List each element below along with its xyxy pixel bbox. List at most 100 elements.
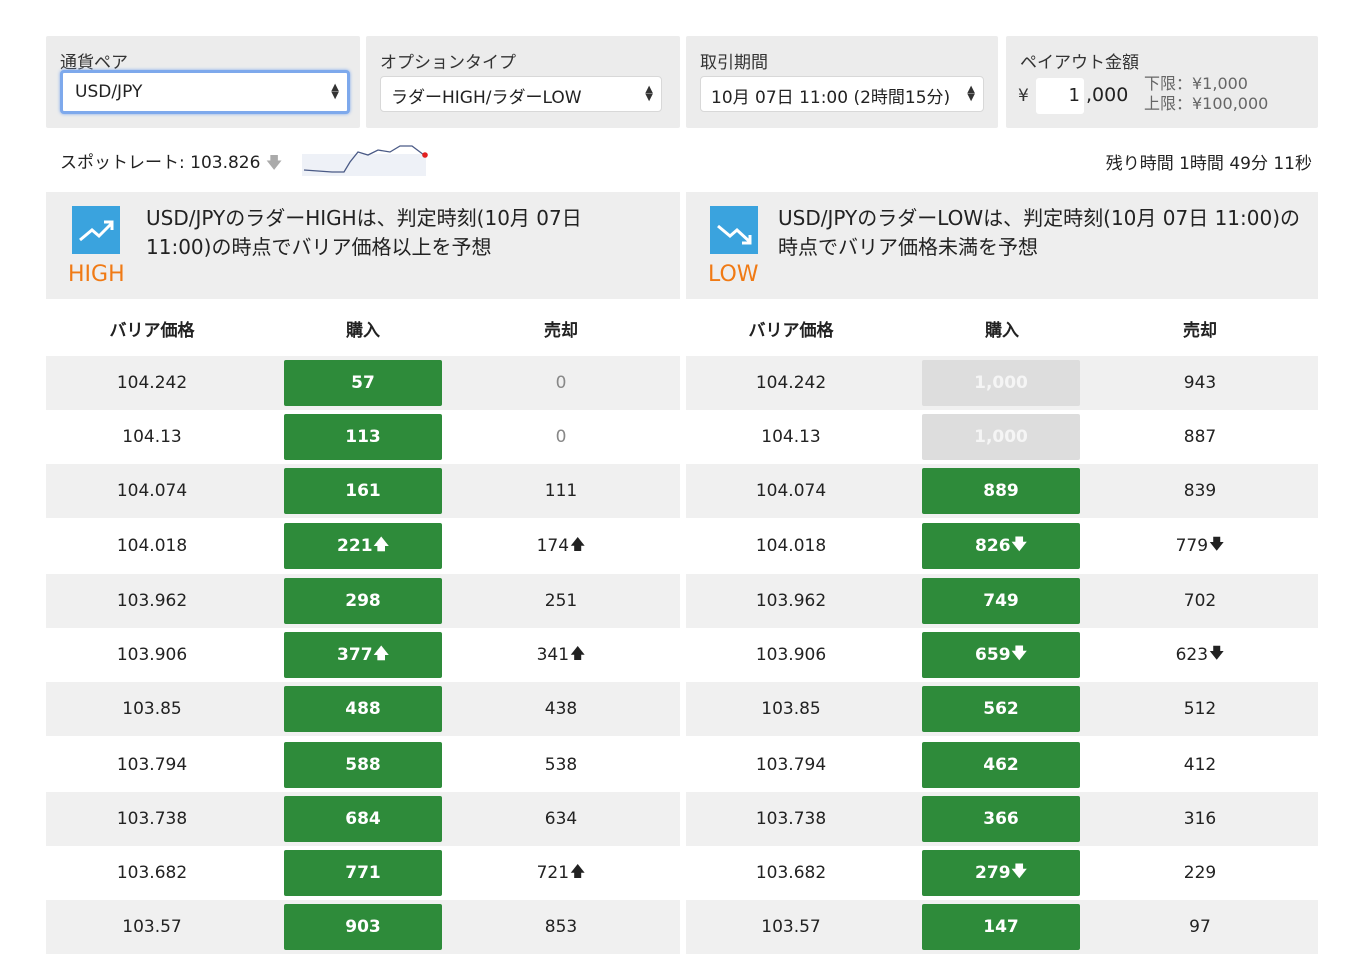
high-table-row: 104.074 161 111 xyxy=(46,464,680,518)
buy-button[interactable]: 562 xyxy=(922,686,1080,732)
buy-button[interactable]: 161 xyxy=(284,468,442,514)
down-arrow-icon: 🡇 xyxy=(1209,643,1225,662)
sell-price: 174 🡅 xyxy=(481,519,641,573)
high-col-buy: 購入 xyxy=(346,321,380,341)
high-table-row: 103.738 684 634 xyxy=(46,792,680,846)
low-table-row: 104.018 826 🡇 779 🡇 xyxy=(686,519,1318,573)
low-description: USD/JPYのラダーLOWは、判定時刻(10月 07日 11:00)の時点でバ… xyxy=(778,206,1301,259)
low-table-row: 104.242 1,000 943 xyxy=(686,356,1318,410)
spot-rate: スポットレート: 103.826 🡇 xyxy=(60,148,282,179)
low-label: LOW xyxy=(708,262,759,287)
sell-price: 779 🡇 xyxy=(1120,519,1280,573)
sell-price: 623 🡇 xyxy=(1120,628,1280,682)
buy-button[interactable]: 684 xyxy=(284,796,442,842)
barrier-price: 104.13 xyxy=(72,410,232,464)
barrier-price: 103.962 xyxy=(72,574,232,628)
buy-button[interactable]: 366 xyxy=(922,796,1080,842)
barrier-price: 103.57 xyxy=(711,900,871,954)
payout-input[interactable]: 1 xyxy=(1036,78,1084,114)
barrier-price: 103.57 xyxy=(72,900,232,954)
buy-button[interactable]: 749 xyxy=(922,578,1080,624)
sell-value: 174 xyxy=(536,536,570,556)
high-header: HIGH USD/JPYのラダーHIGHは、判定時刻(10月 07日 11:00… xyxy=(46,192,680,299)
sell-value: 412 xyxy=(1183,755,1217,775)
buy-value: 113 xyxy=(345,427,381,447)
buy-value: 488 xyxy=(345,699,381,719)
low-col-sell: 売却 xyxy=(1183,321,1217,341)
payout-suffix: ,000 xyxy=(1086,84,1129,106)
buy-button[interactable]: 377 🡅 xyxy=(284,632,442,678)
sell-value: 634 xyxy=(544,809,578,829)
barrier-price: 103.962 xyxy=(711,574,871,628)
barrier-value: 103.738 xyxy=(755,809,827,829)
barrier-value: 103.682 xyxy=(755,863,827,883)
sell-value: 512 xyxy=(1183,699,1217,719)
yen-symbol: ¥ xyxy=(1018,86,1029,106)
barrier-value: 104.074 xyxy=(116,481,188,501)
buy-value: 826 xyxy=(975,536,1011,556)
buy-button[interactable]: 221 🡅 xyxy=(284,523,442,569)
sell-price: 839 xyxy=(1120,464,1280,518)
high-table-row: 103.682 771 721 🡅 xyxy=(46,846,680,900)
up-arrow-icon: 🡅 xyxy=(570,643,586,662)
buy-button[interactable]: 113 xyxy=(284,414,442,460)
currency-pair-value: USD/JPY xyxy=(75,82,143,102)
buy-value: 562 xyxy=(983,699,1019,719)
barrier-price: 103.85 xyxy=(711,682,871,736)
buy-value: 57 xyxy=(351,373,375,393)
barrier-value: 104.13 xyxy=(761,427,821,447)
buy-button[interactable]: 771 xyxy=(284,850,442,896)
buy-value: 221 xyxy=(337,536,373,556)
buy-value: 771 xyxy=(345,863,381,883)
buy-button[interactable]: 903 xyxy=(284,904,442,950)
low-table-row: 103.962 749 702 xyxy=(686,574,1318,628)
buy-button[interactable]: 279 🡇 xyxy=(922,850,1080,896)
currency-pair-panel: 通貨ペア USD/JPY ▲ ▼ xyxy=(46,36,360,128)
trend-down-icon xyxy=(710,206,758,254)
barrier-price: 103.682 xyxy=(72,846,232,900)
buy-button[interactable]: 889 xyxy=(922,468,1080,514)
payout-label: ペイアウト金額 xyxy=(1020,53,1139,73)
spot-rate-value: 103.826 xyxy=(190,153,261,173)
high-table-row: 103.962 298 251 xyxy=(46,574,680,628)
high-table-row: 104.13 113 0 xyxy=(46,410,680,464)
up-arrow-icon: 🡅 xyxy=(373,534,389,553)
buy-button[interactable]: 298 xyxy=(284,578,442,624)
barrier-value: 104.13 xyxy=(122,427,182,447)
down-arrow-icon: 🡇 xyxy=(1209,534,1225,553)
high-table-row: 103.794 588 538 xyxy=(46,738,680,792)
buy-button[interactable]: 488 xyxy=(284,686,442,732)
sell-value: 316 xyxy=(1183,809,1217,829)
buy-value: 1,000 xyxy=(974,373,1028,393)
barrier-value: 104.018 xyxy=(116,536,188,556)
barrier-value: 104.074 xyxy=(755,481,827,501)
buy-button[interactable]: 57 xyxy=(284,360,442,406)
trade-period-select[interactable]: 10月 07日 11:00 (2時間15分) ▲ ▼ xyxy=(700,76,984,112)
low-table-row: 104.074 889 839 xyxy=(686,464,1318,518)
buy-button[interactable]: 147 xyxy=(922,904,1080,950)
sell-price: 721 🡅 xyxy=(481,846,641,900)
up-arrow-icon: 🡅 xyxy=(570,534,586,553)
option-type-value: ラダーHIGH/ラダーLOW xyxy=(391,88,582,108)
barrier-value: 103.794 xyxy=(755,755,827,775)
option-type-select[interactable]: ラダーHIGH/ラダーLOW ▲ ▼ xyxy=(380,76,662,112)
sell-value: 229 xyxy=(1183,863,1217,883)
currency-pair-select[interactable]: USD/JPY ▲ ▼ xyxy=(60,70,350,114)
sell-price: 887 xyxy=(1120,410,1280,464)
barrier-price: 104.074 xyxy=(72,464,232,518)
high-col-sell: 売却 xyxy=(544,321,578,341)
buy-button[interactable]: 588 xyxy=(284,742,442,788)
buy-value: 659 xyxy=(975,645,1011,665)
low-table-row: 103.682 279 🡇 229 xyxy=(686,846,1318,900)
sell-value: 341 xyxy=(536,645,570,665)
buy-button[interactable]: 462 xyxy=(922,742,1080,788)
buy-button[interactable]: 826 🡇 xyxy=(922,523,1080,569)
low-col-buy: 購入 xyxy=(985,321,1019,341)
trade-period-label: 取引期間 xyxy=(700,53,768,73)
sell-price: 853 xyxy=(481,900,641,954)
buy-button[interactable]: 659 🡇 xyxy=(922,632,1080,678)
barrier-price: 103.738 xyxy=(711,792,871,846)
barrier-value: 104.018 xyxy=(755,536,827,556)
low-table-row: 104.13 1,000 887 xyxy=(686,410,1318,464)
sell-value: 853 xyxy=(544,917,578,937)
